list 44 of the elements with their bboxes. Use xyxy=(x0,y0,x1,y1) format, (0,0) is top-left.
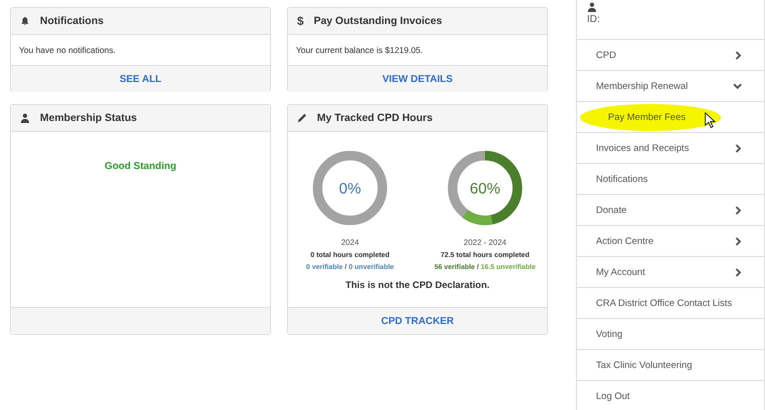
footer-link[interactable]: CPD TRACKER xyxy=(381,316,454,326)
menu-label: Membership Renewal xyxy=(596,80,688,92)
status-text: Good Standing xyxy=(104,161,176,172)
notice-text: This is not the CPD Declaration. xyxy=(345,280,490,291)
submenu-item[interactable]: Pay Member Fees xyxy=(608,112,686,122)
menu-item[interactable]: Voting xyxy=(577,319,764,350)
menu-label: CRA District Office Contact Lists xyxy=(596,298,732,308)
user-icon xyxy=(587,2,597,12)
percent-text: 0% xyxy=(339,180,361,198)
dollar-icon: $ xyxy=(297,14,304,28)
menu-item[interactable]: Membership Renewal xyxy=(577,71,764,102)
panel-title: Pay Outstanding Invoices xyxy=(314,15,442,27)
menu-item[interactable]: Donate xyxy=(577,195,764,226)
menu-item[interactable]: My Account xyxy=(577,257,764,288)
pencil-icon xyxy=(297,113,307,123)
panel-text: You have no notifications. xyxy=(18,44,117,57)
menu-item[interactable]: Invoices and Receipts xyxy=(577,133,764,164)
id-label: ID: xyxy=(587,14,600,25)
footer-link[interactable]: VIEW DETAILS xyxy=(382,74,453,84)
menu-label: Notifications xyxy=(596,174,648,184)
period-text: 2022 - 2024 xyxy=(464,238,506,247)
menu-item[interactable]: Log Out xyxy=(577,381,764,410)
menu-item[interactable]: Tax Clinic Volunteering xyxy=(577,350,764,381)
menu-label: Log Out xyxy=(596,390,630,402)
menu-item[interactable]: CRA District Office Contact Lists xyxy=(577,288,764,319)
menu-label: Voting xyxy=(596,328,622,340)
menu-label: CPD xyxy=(596,50,616,60)
menu-label: Tax Clinic Volunteering xyxy=(596,360,692,370)
footer-link[interactable]: SEE ALL xyxy=(120,74,162,84)
panel-title: Notifications xyxy=(40,15,104,27)
percent-text: 60% xyxy=(470,180,500,198)
menu-label: My Account xyxy=(596,266,646,278)
menu-label: Donate xyxy=(596,204,627,216)
panel-text: Your current balance is $1219.05. xyxy=(295,44,424,57)
menu-label: Invoices and Receipts xyxy=(596,142,689,154)
menu-item[interactable]: Notifications xyxy=(577,164,764,195)
panel-title: Membership Status xyxy=(40,112,137,124)
person-icon xyxy=(20,113,30,123)
menu-item[interactable]: CPD xyxy=(577,40,764,71)
period-text: 2024 xyxy=(341,238,359,247)
panel-title: My Tracked CPD Hours xyxy=(317,112,433,124)
menu-item[interactable]: Action Centre xyxy=(577,226,764,257)
menu-label: Action Centre xyxy=(596,236,654,246)
bell-icon xyxy=(20,16,30,26)
